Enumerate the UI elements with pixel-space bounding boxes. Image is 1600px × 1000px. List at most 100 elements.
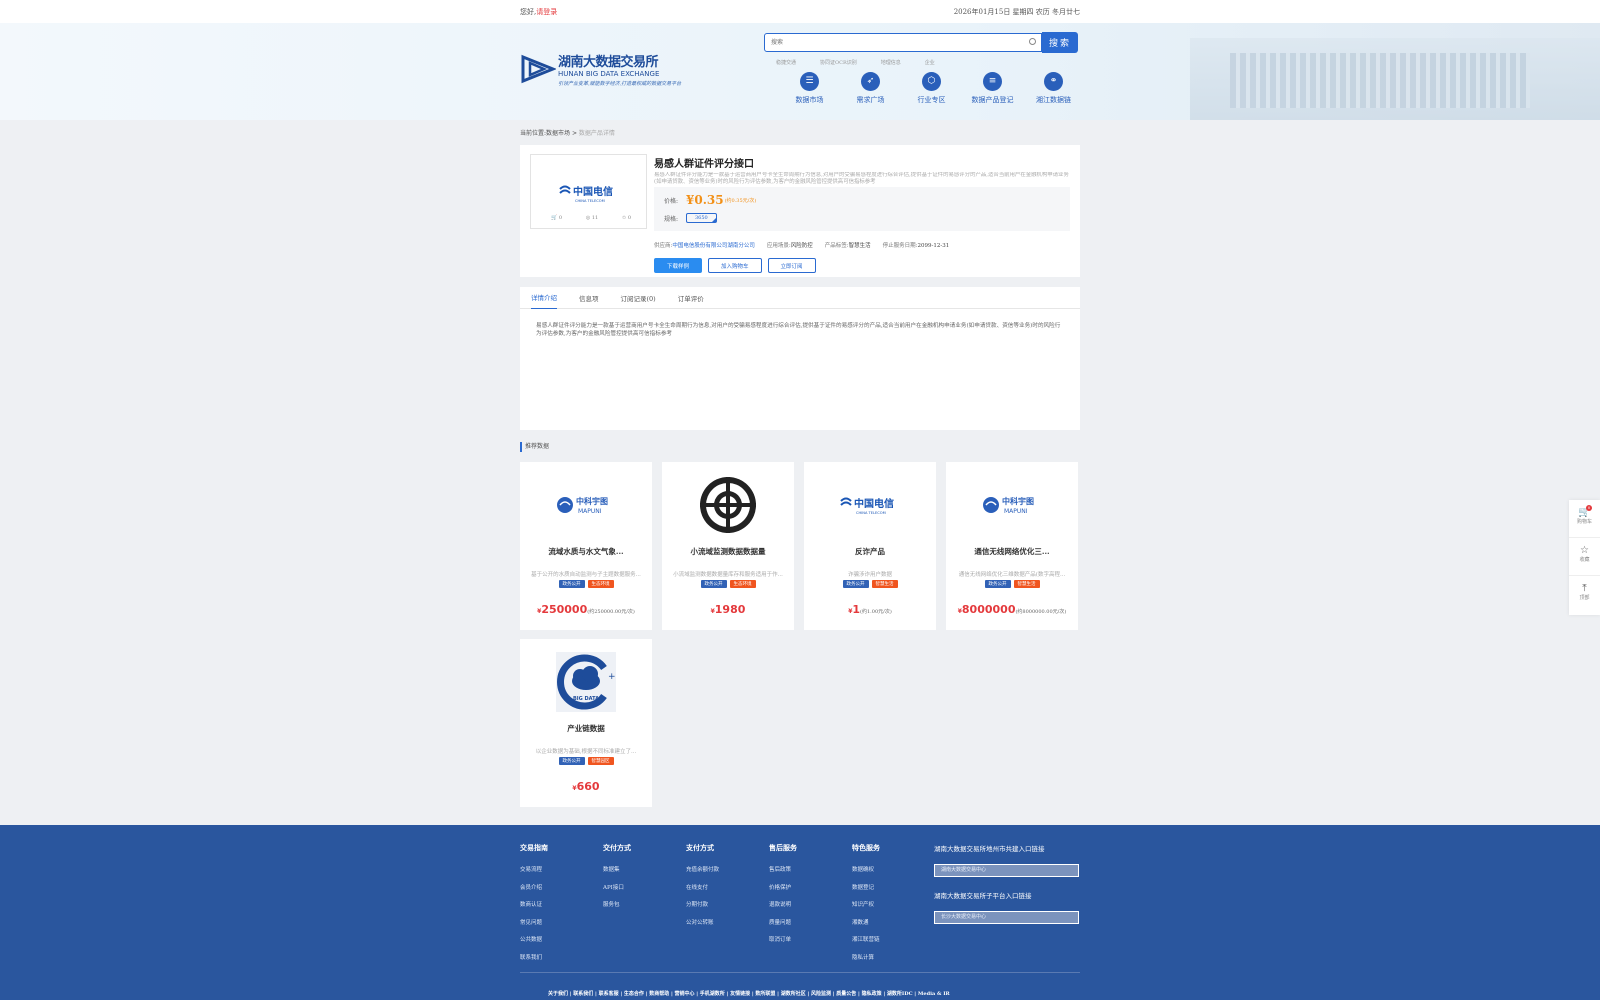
breadcrumb-market[interactable]: 数据市场 [546, 130, 570, 137]
nav-industry-zone[interactable]: ⬡ 行业专区 [901, 72, 962, 105]
footer-col-delivery: 交付方式 数据集 API接口 服务包 [603, 843, 686, 967]
footer-link[interactable]: 会员介绍 [520, 880, 603, 898]
search-button[interactable]: 搜索 [1042, 32, 1078, 53]
footer-link[interactable]: 公对公转账 [686, 915, 769, 933]
product-card[interactable]: 中科宇图 MAPUNI 流域水质与水文气象... 基于公开的水质自动监测与子主题… [520, 462, 652, 630]
nav-product-register[interactable]: ≡ 数据产品登记 [962, 72, 1023, 105]
footer-col-payment: 支付方式 充值余额付款 在线支付 分期付款 公对公转账 [686, 843, 769, 967]
footer-link[interactable]: 价格保护 [769, 880, 852, 898]
product-meta: 供应商:中国电信股份有限公司湖南分公司 应用场景:风险防控 产品标签:智慧生活 … [654, 241, 1070, 249]
nav-demand-square[interactable]: ➶ 需求广场 [840, 72, 901, 105]
product-card[interactable]: 小流域监测数据数据量 小流域监测数据数据量库存和服务适用于作... 政务公开 生态… [662, 462, 794, 630]
footer-link[interactable]: 在线支付 [686, 880, 769, 898]
breadcrumb-sep: > [571, 130, 577, 137]
city-entry-select[interactable]: 湖南大数据交易中心 [934, 864, 1079, 877]
footer-link[interactable]: 售后政策 [769, 862, 852, 880]
tab-details[interactable]: 详情介绍 [531, 287, 557, 309]
svg-text:中科宇图: 中科宇图 [1002, 496, 1034, 506]
float-cart-label: 购物车 [1576, 519, 1592, 525]
footer-col-title: 售后服务 [769, 843, 797, 852]
logo-en-text: HUNAN BIG DATA EXCHANGE [558, 70, 660, 78]
tag-value: 智慧生活 [848, 243, 871, 249]
product-panel: 中国电信 CHINA TELECOM 🛒 0 ◎ 11 ✩ 0 易感人群证件评分… [520, 145, 1080, 277]
footer-link[interactable]: 数据登记 [852, 880, 935, 898]
footer-link[interactable]: 湘数通 [852, 915, 935, 933]
breadcrumb: 当前位置:数据市场 > 数据产品详情 [520, 120, 1080, 145]
card-price: ¥1(约1.00元/次) [848, 603, 892, 616]
hot-word[interactable]: 地理信息 [881, 59, 901, 66]
tag-label: 产品标签: [824, 243, 849, 249]
search-icon[interactable] [1029, 38, 1036, 45]
nav-label: 数据市场 [795, 96, 824, 104]
footer-link[interactable]: 常见问题 [520, 915, 603, 933]
svg-text:+: + [608, 672, 616, 682]
card-tag: 智慧生活 [871, 580, 898, 588]
product-card[interactable]: 中国电信 CHINA TELECOM 反诈产品 诈骗涉诈用户数据 政务公开 智慧生… [804, 462, 936, 630]
card-desc: 通信无线网络优化三维数据产品(数字高程... [958, 572, 1066, 578]
footer-link[interactable]: 退款说明 [769, 897, 852, 915]
hot-word[interactable]: 稳捷交通 [776, 59, 796, 66]
hot-word[interactable]: 协同证OCR识别 [820, 59, 857, 66]
download-sample-button[interactable]: 下载样例 [654, 258, 703, 273]
chain-icon: ⚭ [1044, 72, 1063, 91]
card-tag: 政务公开 [558, 580, 585, 588]
greeting-text: 您好, [520, 7, 537, 16]
footer-link[interactable]: 隐私计算 [852, 950, 935, 968]
float-cart-button[interactable]: 🛒 0 购物车 [1569, 500, 1600, 538]
cart-count: 🛒 0 [551, 215, 563, 221]
footer-link[interactable]: 公共数据 [520, 932, 603, 950]
price-value: ¥0.35 [686, 193, 724, 207]
card-image: + BIG DATA [520, 651, 652, 713]
footer-link[interactable]: 服务包 [603, 897, 686, 915]
price-box: 价格: ¥0.35 (约0.35元/次) 规格: 3650 [654, 187, 1070, 231]
footer-link[interactable]: 联系我们 [520, 950, 603, 968]
china-telecom-logo: 中国电信 CHINA TELECOM [840, 497, 894, 515]
nav-data-chain[interactable]: ⚭ 湘江数据链 [1023, 72, 1084, 105]
footer-bottom-links[interactable]: 关于我们 | 联系我们 | 联系客服 | 生态合作 | 数商帮助 | 营销中心 … [548, 990, 950, 997]
spec-option[interactable]: 3650 [686, 213, 717, 223]
float-favorite-button[interactable]: ☆ 收藏 [1569, 538, 1600, 576]
footer-link[interactable]: 交易流程 [520, 862, 603, 880]
tab-info-items[interactable]: 信息项 [579, 293, 599, 303]
footer-link[interactable]: 数据集 [603, 862, 686, 880]
hot-word[interactable]: 企业 [925, 59, 935, 66]
card-tag: 智慧生活 [1013, 580, 1040, 588]
footer-link[interactable]: 数据确权 [852, 862, 935, 880]
fav-count: ✩ 0 [622, 215, 631, 221]
sub-platform-select[interactable]: 长沙大数据交易中心 [934, 911, 1079, 924]
price-label: 价格: [664, 197, 679, 205]
tab-order-reviews[interactable]: 订单评价 [678, 293, 704, 303]
login-link[interactable]: 请登录 [536, 8, 557, 16]
scene-value: 风险防控 [790, 243, 813, 249]
card-name: 通信无线网络优化三... [974, 547, 1050, 556]
card-desc: 诈骗涉诈用户数据 [847, 572, 892, 578]
card-tag: 生态环境 [587, 580, 614, 588]
product-card[interactable]: 中科宇图 MAPUNI 通信无线网络优化三... 通信无线网络优化三维数据产品(… [946, 462, 1078, 630]
footer-link[interactable]: 数商认证 [520, 897, 603, 915]
tab-bar: 详情介绍 信息项 订阅记录(0) 订单评价 [520, 287, 1080, 309]
footer-link[interactable]: 湘江联营链 [852, 932, 935, 950]
nav-label: 需求广场 [856, 96, 885, 104]
card-tag: 生态环境 [729, 580, 756, 588]
site-logo[interactable]: 湖南大数据交易所 HUNAN BIG DATA EXCHANGE 引领产业变革,… [520, 51, 681, 87]
add-to-cart-button[interactable]: 加入购物车 [708, 258, 762, 273]
product-card[interactable]: + BIG DATA 产业链数据 以企业数据为基础,根据不同标准建立了... 政… [520, 639, 652, 807]
nav-data-market[interactable]: ☰ 数据市场 [779, 72, 840, 105]
card-tag: 政务公开 [984, 580, 1011, 588]
provider-link[interactable]: 中国电信股份有限公司湖南分公司 [672, 243, 755, 249]
tab-subscription-records[interactable]: 订阅记录(0) [621, 293, 656, 303]
search-input[interactable] [765, 34, 1015, 51]
card-price: ¥660 [572, 780, 600, 793]
float-top-button[interactable]: ⤒ 顶部 [1569, 576, 1600, 614]
card-name: 流域水质与水文气象... [548, 547, 624, 556]
login-hint: 您好,请登录 [520, 7, 557, 17]
top-bar: 您好,请登录 2026年01月15日 星期四 农历 冬月廿七 [0, 0, 1600, 23]
footer-link[interactable]: 取消订单 [769, 932, 852, 950]
footer-link[interactable]: 质量问题 [769, 915, 852, 933]
footer-link[interactable]: 充值余额付款 [686, 862, 769, 880]
subscribe-button[interactable]: 立即订阅 [767, 258, 816, 273]
footer-link[interactable]: 知识产权 [852, 897, 935, 915]
footer-col-title: 特色服务 [852, 843, 880, 852]
footer-link[interactable]: API接口 [603, 880, 686, 898]
footer-link[interactable]: 分期付款 [686, 897, 769, 915]
